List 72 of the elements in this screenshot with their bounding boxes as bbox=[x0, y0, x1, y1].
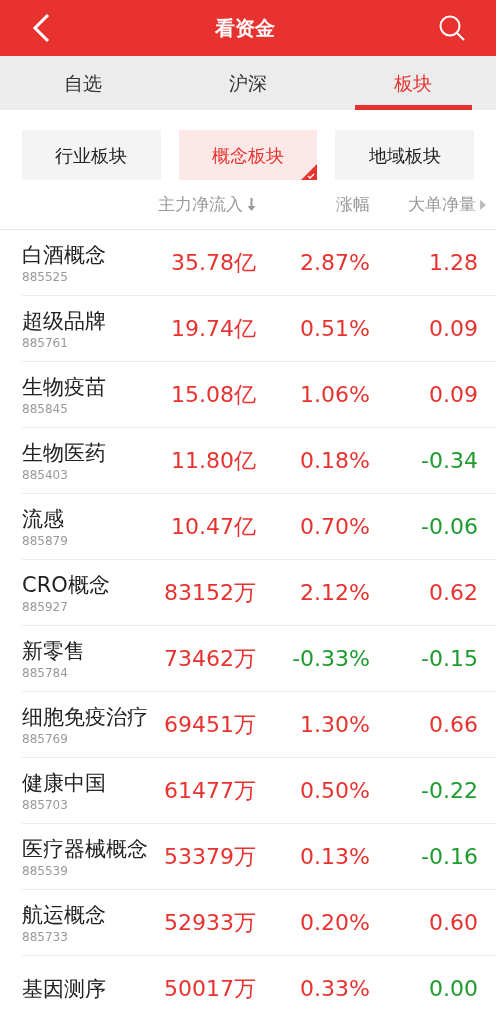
sector-code: 885784 bbox=[22, 664, 69, 681]
sector-name: 新零售 bbox=[22, 637, 86, 665]
table-cell-text: 0.51% bbox=[299, 315, 370, 343]
table-cell-text: 0.50% bbox=[299, 777, 370, 805]
sector-code: 885525 bbox=[22, 268, 69, 285]
sector-name: 生物疫苗 bbox=[22, 373, 107, 401]
table-cell-text: -0.22 bbox=[420, 777, 478, 805]
sector-code: 885703 bbox=[22, 796, 69, 813]
sector-name: 白酒概念 bbox=[22, 241, 107, 269]
sector-code: 885733 bbox=[22, 928, 69, 945]
table-cell-text: 0.33% bbox=[299, 975, 370, 1003]
column-header[interactable]: 主力净流入 bbox=[158, 191, 243, 218]
table-cell-text: 0.62 bbox=[428, 579, 478, 607]
table-cell-text: 52933万 bbox=[163, 909, 256, 937]
sector-code: 885761 bbox=[22, 334, 69, 351]
table-cell-text: -0.34 bbox=[420, 447, 478, 475]
page-title: 看资金 bbox=[215, 15, 275, 42]
column-header[interactable]: 涨幅 bbox=[336, 191, 370, 218]
search-icon[interactable] bbox=[438, 14, 466, 42]
sector-name: 健康中国 bbox=[22, 769, 107, 797]
table-cell-text: 69451万 bbox=[163, 711, 256, 739]
table-cell-text: 0.66 bbox=[428, 711, 478, 739]
table-cell-text: 0.09 bbox=[428, 381, 478, 409]
sector-code: 885845 bbox=[22, 400, 69, 417]
tab[interactable]: 板块 bbox=[330, 56, 496, 110]
sector-name: 流感 bbox=[22, 505, 65, 533]
back-icon[interactable] bbox=[30, 13, 52, 43]
tab[interactable]: 自选 bbox=[0, 56, 166, 110]
table-cell-text: 1.28 bbox=[428, 249, 478, 277]
table-cell-text: 1.06% bbox=[299, 381, 370, 409]
table-cell-text: 19.74亿 bbox=[170, 315, 256, 343]
sector-code: 885927 bbox=[22, 598, 69, 615]
sector-name: 生物医药 bbox=[22, 439, 107, 467]
check-corner-icon bbox=[301, 164, 318, 180]
sector-name: 超级品牌 bbox=[22, 307, 107, 335]
segment-button[interactable]: 地域板块 bbox=[335, 130, 474, 180]
table-cell-text: 35.78亿 bbox=[170, 249, 256, 277]
table-cell-text: 2.12% bbox=[299, 579, 370, 607]
tab[interactable]: 沪深 bbox=[165, 56, 331, 110]
column-header[interactable]: 大单净量 bbox=[408, 191, 476, 218]
table-cell-text: 1.30% bbox=[299, 711, 370, 739]
table-cell-text: 53379万 bbox=[163, 843, 256, 871]
sector-name: 航运概念 bbox=[22, 901, 107, 929]
table-cell-text: -0.06 bbox=[420, 513, 478, 541]
sector-name: CRO概念 bbox=[22, 571, 111, 599]
table-cell-text: -0.33% bbox=[291, 645, 370, 673]
segment-button[interactable]: 概念板块 bbox=[178, 130, 318, 180]
sector-code: 885879 bbox=[22, 532, 69, 549]
table-cell-text: 0.70% bbox=[299, 513, 370, 541]
table-cell-text: 10.47亿 bbox=[170, 513, 256, 541]
sector-name: 医疗器械概念 bbox=[22, 835, 149, 863]
sector-code: 885403 bbox=[22, 466, 69, 483]
table-cell-text: 73462万 bbox=[163, 645, 256, 673]
table-cell-text: -0.15 bbox=[420, 645, 478, 673]
table-cell-text: 0.20% bbox=[299, 909, 370, 937]
table-cell-text: 61477万 bbox=[163, 777, 256, 805]
table-cell-text: 83152万 bbox=[163, 579, 256, 607]
table-cell-text: 2.87% bbox=[299, 249, 370, 277]
table-cell-text: 50017万 bbox=[163, 975, 256, 1003]
sector-code: 885539 bbox=[22, 862, 69, 879]
segment-button[interactable]: 行业板块 bbox=[22, 130, 161, 180]
table-cell-text: -0.16 bbox=[420, 843, 478, 871]
table-cell-text: 0.00 bbox=[428, 975, 478, 1003]
table-cell-text: 11.80亿 bbox=[170, 447, 256, 475]
table-cell-text: 15.08亿 bbox=[170, 381, 256, 409]
sector-name: 基因测序 bbox=[22, 975, 107, 1003]
table-cell-text: 0.60 bbox=[428, 909, 478, 937]
sector-name: 细胞免疫治疗 bbox=[22, 703, 149, 731]
table-cell-text: 0.18% bbox=[299, 447, 370, 475]
table-cell-text: 0.09 bbox=[428, 315, 478, 343]
sector-code: 885769 bbox=[22, 730, 69, 747]
table-cell-text: 0.13% bbox=[299, 843, 370, 871]
